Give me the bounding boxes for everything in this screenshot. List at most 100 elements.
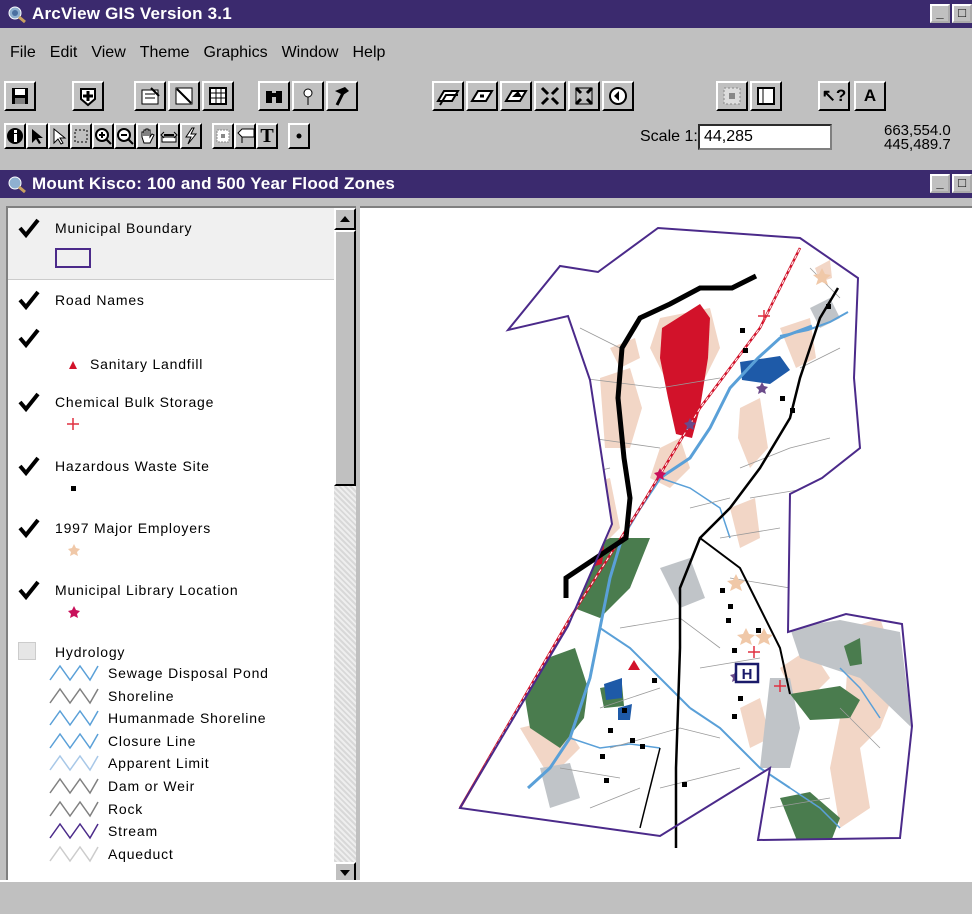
scroll-down-button[interactable] bbox=[334, 862, 356, 882]
zoom-to-selected-button[interactable] bbox=[500, 81, 532, 111]
theme-properties-button[interactable] bbox=[134, 81, 166, 111]
table-of-contents: Municipal Boundary Road Names Sanitary L… bbox=[6, 206, 356, 882]
draw-point-tool[interactable] bbox=[288, 123, 310, 149]
checkmark-icon[interactable] bbox=[18, 518, 40, 538]
arcview-window: ArcView GIS Version 3.1 _ □ File Edit Vi… bbox=[0, 0, 972, 914]
zoom-previous-icon bbox=[609, 87, 627, 105]
scale-input[interactable]: 44,285 bbox=[698, 124, 832, 150]
text-tool[interactable]: T bbox=[256, 123, 278, 149]
menu-graphics[interactable]: Graphics bbox=[204, 44, 268, 70]
vertex-edit-tool[interactable] bbox=[48, 123, 70, 149]
hospital-label: H bbox=[742, 666, 753, 683]
text-label-button[interactable]: A bbox=[854, 81, 886, 111]
landfill-triangle-icon bbox=[69, 361, 77, 369]
measure-tool[interactable] bbox=[158, 123, 180, 149]
area-select-icon bbox=[216, 129, 230, 143]
legend-scrollbar[interactable] bbox=[334, 208, 356, 882]
legend-label: Road Names bbox=[55, 292, 145, 308]
hydrology-class-item: Stream bbox=[8, 820, 336, 842]
hydrology-class-label: Rock bbox=[108, 800, 144, 817]
menu-theme[interactable]: Theme bbox=[140, 44, 190, 70]
add-theme-icon bbox=[80, 88, 96, 107]
add-theme-button[interactable] bbox=[72, 81, 104, 111]
view-maximize-button[interactable]: □ bbox=[952, 174, 972, 193]
flood-zone-map[interactable]: H bbox=[360, 208, 972, 882]
pointer-tool[interactable] bbox=[26, 123, 48, 149]
identify-tool[interactable] bbox=[4, 123, 26, 149]
checkmark-icon[interactable] bbox=[18, 456, 40, 476]
legend-theme-library-location[interactable]: Municipal Library Location bbox=[8, 574, 336, 634]
legend-editor-icon bbox=[175, 87, 193, 105]
hydrology-class-item: Dam or Weir bbox=[8, 775, 336, 797]
library-star-icon bbox=[68, 606, 80, 618]
map-display[interactable]: H bbox=[360, 206, 972, 882]
zoom-in-tool[interactable] bbox=[92, 123, 114, 149]
query-builder-button[interactable] bbox=[326, 81, 358, 111]
legend-theme-hydrology[interactable]: Hydrology Sewage Disposal Pond Shoreline H… bbox=[8, 638, 336, 882]
view-title-bar[interactable]: Mount Kisco: 100 and 500 Year Flood Zone… bbox=[0, 170, 972, 198]
edit-legend-button[interactable] bbox=[168, 81, 200, 111]
legend-theme-municipal-boundary[interactable]: Municipal Boundary bbox=[8, 208, 336, 280]
checkmark-icon[interactable] bbox=[18, 392, 40, 412]
zoom-out-button[interactable] bbox=[568, 81, 600, 111]
zoom-to-themes-button[interactable] bbox=[466, 81, 498, 111]
legend-theme-landfill[interactable]: Sanitary Landfill bbox=[8, 322, 336, 380]
checkmark-icon[interactable] bbox=[18, 328, 40, 348]
minimize-button[interactable]: _ bbox=[930, 4, 950, 23]
employer-star-icon bbox=[68, 544, 80, 556]
checkmark-icon[interactable] bbox=[18, 580, 40, 600]
label-tool[interactable] bbox=[234, 123, 256, 149]
hydrology-class-item: Sewage Disposal Pond bbox=[8, 662, 336, 684]
maximize-button[interactable]: □ bbox=[952, 4, 972, 23]
legend-theme-hazardous-waste-site[interactable]: Hazardous Waste Site bbox=[8, 450, 336, 510]
magnifier-plus-icon bbox=[95, 128, 112, 145]
checkmark-icon[interactable] bbox=[18, 290, 40, 310]
hydrology-class-item: Apparent Limit bbox=[8, 752, 336, 774]
legend-label: Hydrology bbox=[55, 644, 126, 660]
zoom-selected-icon bbox=[504, 90, 528, 102]
pan-tool[interactable] bbox=[136, 123, 158, 149]
save-project-button[interactable] bbox=[4, 81, 36, 111]
legend-theme-chemical-bulk-storage[interactable]: Chemical Bulk Storage bbox=[8, 386, 336, 446]
lightning-icon bbox=[185, 127, 198, 145]
menu-edit[interactable]: Edit bbox=[50, 44, 78, 70]
menu-file[interactable]: File bbox=[10, 44, 36, 70]
hydrology-class-item: Closure Line bbox=[8, 730, 336, 752]
zoom-in-button[interactable] bbox=[534, 81, 566, 111]
checkmark-icon[interactable] bbox=[18, 218, 40, 238]
view-minimize-button[interactable]: _ bbox=[930, 174, 950, 193]
help-button[interactable]: ↖? bbox=[818, 81, 850, 111]
zoom-to-full-extent-button[interactable] bbox=[432, 81, 464, 111]
coordinate-y-readout: 445,489.7 bbox=[884, 136, 951, 153]
zoom-out-tool[interactable] bbox=[114, 123, 136, 149]
hydrology-line-symbol-icon bbox=[49, 822, 99, 840]
waste-site-square-icon bbox=[71, 486, 76, 491]
hospital-marker[interactable]: H bbox=[734, 662, 760, 684]
hydrology-line-symbol-icon bbox=[49, 777, 99, 795]
menu-help[interactable]: Help bbox=[352, 44, 385, 70]
scroll-up-button[interactable] bbox=[334, 208, 356, 230]
locate-address-button[interactable] bbox=[292, 81, 324, 111]
select-feature-tool[interactable] bbox=[70, 123, 92, 149]
legend-theme-road-names[interactable]: Road Names bbox=[8, 282, 336, 322]
scroll-thumb[interactable] bbox=[334, 230, 356, 486]
checkbox-unchecked[interactable] bbox=[18, 642, 36, 660]
find-button[interactable] bbox=[258, 81, 290, 111]
app-title-bar[interactable]: ArcView GIS Version 3.1 _ □ bbox=[0, 0, 972, 28]
menu-view[interactable]: View bbox=[91, 44, 125, 70]
open-table-button[interactable] bbox=[202, 81, 234, 111]
layout-button[interactable] bbox=[750, 81, 782, 111]
hydrology-line-symbol-icon bbox=[49, 800, 99, 817]
area-of-interest-tool[interactable] bbox=[212, 123, 234, 149]
hydrology-class-label: Dam or Weir bbox=[108, 778, 196, 794]
hydrology-class-label: Apparent Limit bbox=[108, 755, 210, 772]
view-title: Mount Kisco: 100 and 500 Year Flood Zone… bbox=[32, 174, 396, 193]
menu-window[interactable]: Window bbox=[282, 44, 339, 70]
legend-theme-major-employers[interactable]: 1997 Major Employers bbox=[8, 512, 336, 572]
select-feature-icon bbox=[74, 129, 88, 143]
zoom-previous-button[interactable] bbox=[602, 81, 634, 111]
select-graphics-button[interactable] bbox=[716, 81, 748, 111]
scale-label: Scale 1: bbox=[640, 128, 698, 145]
point-icon bbox=[296, 133, 302, 139]
hotlink-tool[interactable] bbox=[180, 123, 202, 149]
